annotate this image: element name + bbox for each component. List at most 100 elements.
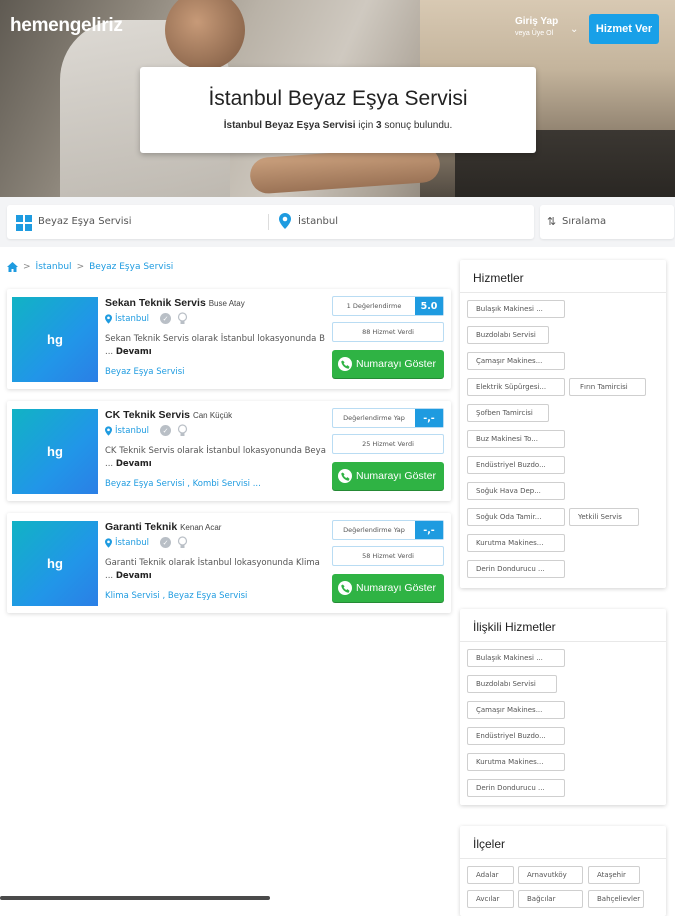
category-field[interactable]: Beyaz Eşya Servisi bbox=[38, 216, 132, 227]
panel-title: İlçeler bbox=[473, 837, 506, 851]
listing-name[interactable]: Sekan Teknik Servis Buse Atay bbox=[105, 297, 245, 309]
district-chip[interactable]: Bağcılar bbox=[518, 890, 583, 908]
lightbulb-icon bbox=[177, 424, 188, 436]
rating-box[interactable]: Değerlendirme Yap -,- bbox=[332, 408, 444, 428]
listing-location: İstanbul bbox=[105, 426, 149, 436]
breadcrumb-separator: > bbox=[23, 262, 31, 272]
rating-value: 5.0 bbox=[415, 297, 443, 315]
show-number-button[interactable]: Numarayı Göster bbox=[332, 350, 444, 378]
show-number-label: Numarayı Göster bbox=[356, 582, 436, 594]
listing-title[interactable]: Sekan Teknik Servis bbox=[105, 297, 206, 309]
service-chip[interactable]: Fırın Tamircisi bbox=[569, 378, 646, 396]
listing-tags[interactable]: Beyaz Eşya Servisi , Kombi Servisi ... bbox=[105, 479, 261, 489]
site-logo[interactable]: hemengeliriz bbox=[10, 15, 123, 37]
service-chip[interactable]: Buzdolabı Servisi bbox=[467, 326, 549, 344]
related-chip[interactable]: Endüstriyel Buzdo... bbox=[467, 727, 565, 745]
listing-city: İstanbul bbox=[115, 426, 150, 436]
district-chip[interactable]: Arnavutköy bbox=[518, 866, 583, 884]
breadcrumb-category[interactable]: Beyaz Eşya Servisi bbox=[89, 262, 173, 272]
listing-title[interactable]: Garanti Teknik bbox=[105, 521, 177, 533]
breadcrumb-city[interactable]: İstanbul bbox=[36, 262, 72, 272]
sort-dropdown[interactable] bbox=[540, 205, 674, 239]
service-chip[interactable]: Soğuk Oda Tamir... bbox=[467, 508, 565, 526]
listing-card[interactable]: hg CK Teknik Servis Can Küçük İstanbul ✓… bbox=[7, 401, 451, 501]
home-icon[interactable] bbox=[7, 262, 18, 272]
panel-divider bbox=[460, 858, 666, 859]
district-chip[interactable]: Ataşehir bbox=[588, 866, 640, 884]
listing-card[interactable]: hg Sekan Teknik Servis Buse Atay İstanbu… bbox=[7, 289, 451, 389]
login-menu[interactable]: Giriş Yap veya Üye Ol bbox=[515, 16, 558, 37]
location-pin-icon bbox=[279, 213, 291, 229]
breadcrumb: > İstanbul > Beyaz Eşya Servisi bbox=[7, 262, 173, 272]
horizontal-scrollbar[interactable] bbox=[0, 896, 270, 900]
service-chip[interactable]: Buz Makinesi To... bbox=[467, 430, 565, 448]
listing-tags[interactable]: Klima Servisi , Beyaz Eşya Servisi bbox=[105, 591, 247, 601]
listing-tags[interactable]: Beyaz Eşya Servisi bbox=[105, 367, 185, 377]
services-panel: Hizmetler Bulaşık Makinesi ... Buzdolabı… bbox=[460, 260, 666, 588]
lightbulb-icon bbox=[177, 312, 188, 324]
districts-panel: İlçeler Adalar Arnavutköy Ataşehir Avcıl… bbox=[460, 826, 666, 916]
rating-box[interactable]: Değerlendirme Yap -,- bbox=[332, 520, 444, 540]
service-chip[interactable]: Çamaşır Makines... bbox=[467, 352, 565, 370]
service-chip[interactable]: Endüstriyel Buzdo... bbox=[467, 456, 565, 474]
rating-label: Değerlendirme Yap bbox=[343, 414, 405, 422]
district-chip[interactable]: Avcılar bbox=[467, 890, 514, 908]
listing-logo[interactable]: hg bbox=[12, 409, 98, 494]
category-grid-icon bbox=[16, 215, 32, 231]
service-chip[interactable]: Derin Dondurucu ... bbox=[467, 560, 565, 578]
show-number-button[interactable]: Numarayı Göster bbox=[332, 462, 444, 490]
district-chip[interactable]: Bahçelievler bbox=[588, 890, 644, 908]
related-chip[interactable]: Kurutma Makines... bbox=[467, 753, 565, 771]
hero-person-head bbox=[165, 0, 245, 70]
service-chip[interactable]: Elektrik Süpürgesi... bbox=[467, 378, 565, 396]
service-chip[interactable]: Yetkili Servis bbox=[569, 508, 639, 526]
panel-title: Hizmetler bbox=[473, 271, 524, 285]
summary-end: sonuç bulundu. bbox=[381, 120, 453, 131]
read-more-link[interactable]: Devamı bbox=[116, 347, 152, 357]
service-chip[interactable]: Şofben Tamircisi bbox=[467, 404, 549, 422]
lightbulb-icon bbox=[177, 536, 188, 548]
login-title: Giriş Yap bbox=[515, 16, 559, 27]
rating-label: 1 Değerlendirme bbox=[346, 302, 402, 310]
show-number-button[interactable]: Numarayı Göster bbox=[332, 574, 444, 602]
chevron-down-icon[interactable]: ⌄ bbox=[570, 24, 578, 35]
phone-icon bbox=[338, 581, 352, 595]
listing-owner: Can Küçük bbox=[192, 411, 233, 420]
provide-service-button[interactable]: Hizmet Ver bbox=[589, 14, 659, 44]
related-chip[interactable]: Buzdolabı Servisi bbox=[467, 675, 557, 693]
location-pin-icon bbox=[105, 538, 112, 548]
related-chip[interactable]: Bulaşık Makinesi ... bbox=[467, 649, 565, 667]
listing-title[interactable]: CK Teknik Servis bbox=[105, 409, 190, 421]
related-chip[interactable]: Derin Dondurucu ... bbox=[467, 779, 565, 797]
show-number-label: Numarayı Göster bbox=[356, 358, 436, 370]
listing-location: İstanbul bbox=[105, 314, 149, 324]
rating-value: -,- bbox=[415, 409, 443, 427]
read-more-link[interactable]: Devamı bbox=[116, 571, 152, 581]
summary-query: İstanbul Beyaz Eşya Servisi bbox=[223, 120, 356, 131]
served-count: 88 Hizmet Verdi bbox=[332, 322, 444, 342]
service-chip[interactable]: Kurutma Makines... bbox=[467, 534, 565, 552]
panel-divider bbox=[460, 292, 666, 293]
listing-logo[interactable]: hg bbox=[12, 297, 98, 382]
verified-badge-icon: ✓ bbox=[160, 425, 171, 436]
listing-description: Sekan Teknik Servis olarak İstanbul loka… bbox=[105, 333, 327, 359]
related-services-panel: İlişkili Hizmetler Bulaşık Makinesi ... … bbox=[460, 609, 666, 805]
service-chip[interactable]: Bulaşık Makinesi ... bbox=[467, 300, 565, 318]
listing-logo[interactable]: hg bbox=[12, 521, 98, 606]
city-field[interactable]: İstanbul bbox=[298, 216, 338, 227]
listing-name[interactable]: Garanti Teknik Kenan Acar bbox=[105, 521, 221, 533]
sort-label: Sıralama bbox=[562, 216, 607, 227]
rating-box[interactable]: 1 Değerlendirme 5.0 bbox=[332, 296, 444, 316]
district-chip[interactable]: Adalar bbox=[467, 866, 514, 884]
listing-card[interactable]: hg Garanti Teknik Kenan Acar İstanbul ✓ … bbox=[7, 513, 451, 613]
phone-icon bbox=[338, 357, 352, 371]
served-count: 58 Hizmet Verdi bbox=[332, 546, 444, 566]
verified-badge-icon: ✓ bbox=[160, 537, 171, 548]
read-more-link[interactable]: Devamı bbox=[116, 459, 152, 469]
listing-name[interactable]: CK Teknik Servis Can Küçük bbox=[105, 409, 232, 421]
related-chip[interactable]: Çamaşır Makines... bbox=[467, 701, 565, 719]
service-chip[interactable]: Soğuk Hava Dep... bbox=[467, 482, 565, 500]
location-pin-icon bbox=[105, 426, 112, 436]
rating-label: Değerlendirme Yap bbox=[343, 526, 405, 534]
listing-owner: Buse Atay bbox=[208, 299, 245, 308]
